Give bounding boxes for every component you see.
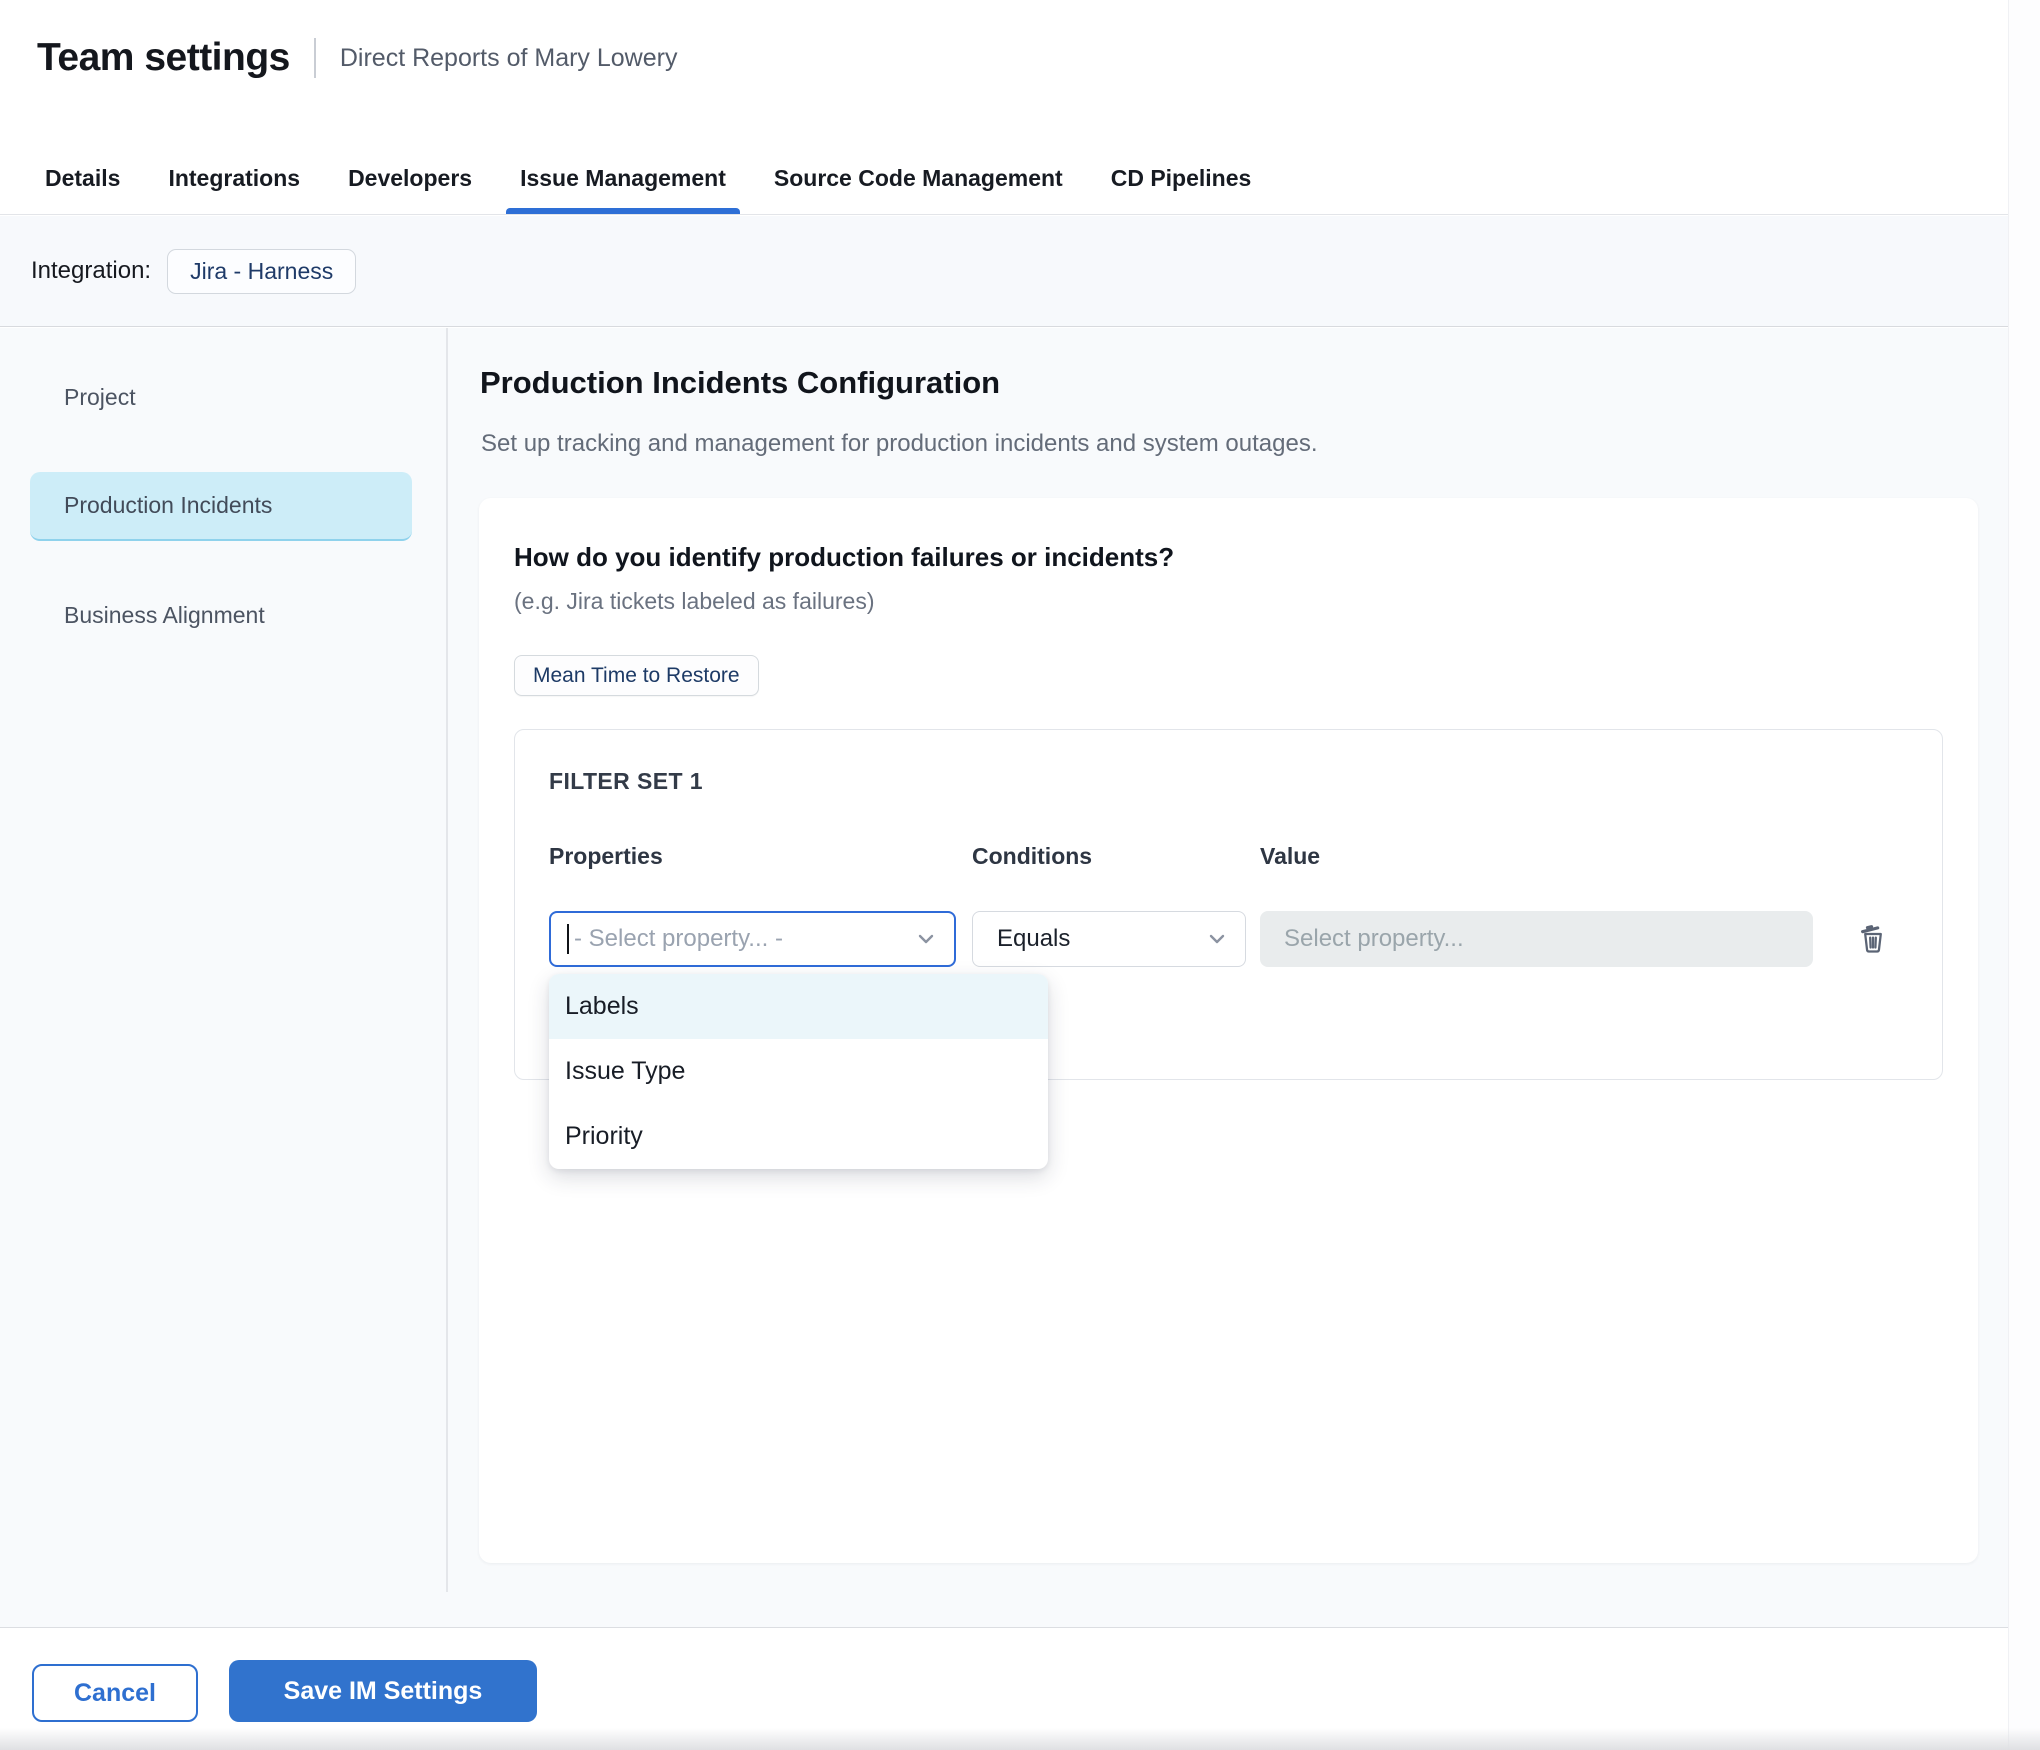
dropdown-option-labels[interactable]: Labels — [549, 974, 1048, 1039]
section-title: Production Incidents Configuration — [480, 365, 1000, 401]
column-header-conditions: Conditions — [972, 843, 1092, 870]
integration-band: Integration: Jira - Harness — [0, 216, 2008, 327]
scroll-gutter — [2008, 0, 2040, 1750]
chevron-down-icon — [914, 927, 938, 951]
tab-integrations[interactable]: Integrations — [168, 141, 300, 214]
trash-icon — [1856, 922, 1890, 956]
column-header-properties: Properties — [549, 843, 663, 870]
page-title: Team settings — [37, 36, 290, 80]
text-cursor — [567, 924, 569, 954]
tab-cd-pipelines[interactable]: CD Pipelines — [1111, 141, 1252, 214]
properties-select[interactable]: - Select property... - — [549, 911, 956, 967]
tab-developers[interactable]: Developers — [348, 141, 472, 214]
dropdown-option-issue-type[interactable]: Issue Type — [549, 1039, 1048, 1104]
tab-bar: Details Integrations Developers Issue Ma… — [45, 141, 1251, 214]
properties-dropdown-menu: Labels Issue Type Priority — [549, 974, 1048, 1169]
sidebar-item-project[interactable]: Project — [30, 363, 412, 432]
incidents-config-card: How do you identify production failures … — [479, 498, 1978, 1563]
filter-set-title: FILTER SET 1 — [549, 768, 703, 795]
sidebar-item-business-alignment[interactable]: Business Alignment — [30, 581, 412, 650]
properties-placeholder: - Select property... - — [574, 925, 914, 953]
team-settings-page: Team settings Direct Reports of Mary Low… — [0, 0, 2040, 1750]
tab-source-code-management[interactable]: Source Code Management — [774, 141, 1063, 214]
dropdown-option-priority[interactable]: Priority — [549, 1104, 1048, 1169]
title-row: Team settings Direct Reports of Mary Low… — [37, 36, 677, 80]
filter-set-panel: FILTER SET 1 Properties Conditions Value… — [514, 729, 1943, 1080]
title-separator — [314, 38, 316, 78]
conditions-selected-value: Equals — [997, 925, 1205, 953]
question-hint: (e.g. Jira tickets labeled as failures) — [514, 588, 875, 615]
content-body: Project Production Incidents Business Al… — [0, 328, 2008, 1627]
page-header: Team settings Direct Reports of Mary Low… — [0, 0, 2008, 215]
chevron-down-icon — [1205, 927, 1229, 951]
section-subtitle: Set up tracking and management for produ… — [481, 430, 1318, 458]
page-subtitle: Direct Reports of Mary Lowery — [340, 44, 678, 73]
integration-label: Integration: — [31, 257, 151, 285]
cancel-button[interactable]: Cancel — [32, 1664, 198, 1722]
question-heading: How do you identify production failures … — [514, 542, 1174, 573]
conditions-select[interactable]: Equals — [972, 911, 1246, 967]
sidebar-item-production-incidents[interactable]: Production Incidents — [30, 472, 412, 541]
column-header-value: Value — [1260, 843, 1320, 870]
save-im-settings-button[interactable]: Save IM Settings — [229, 1660, 537, 1722]
mean-time-to-restore-chip[interactable]: Mean Time to Restore — [514, 655, 759, 696]
tab-issue-management[interactable]: Issue Management — [520, 141, 726, 214]
delete-filter-button[interactable] — [1852, 918, 1894, 960]
tab-details[interactable]: Details — [45, 141, 120, 214]
integration-chip[interactable]: Jira - Harness — [167, 249, 356, 294]
footer-bar: Cancel Save IM Settings — [0, 1627, 2040, 1750]
sidebar-divider — [446, 328, 448, 1592]
value-input[interactable] — [1260, 911, 1813, 967]
